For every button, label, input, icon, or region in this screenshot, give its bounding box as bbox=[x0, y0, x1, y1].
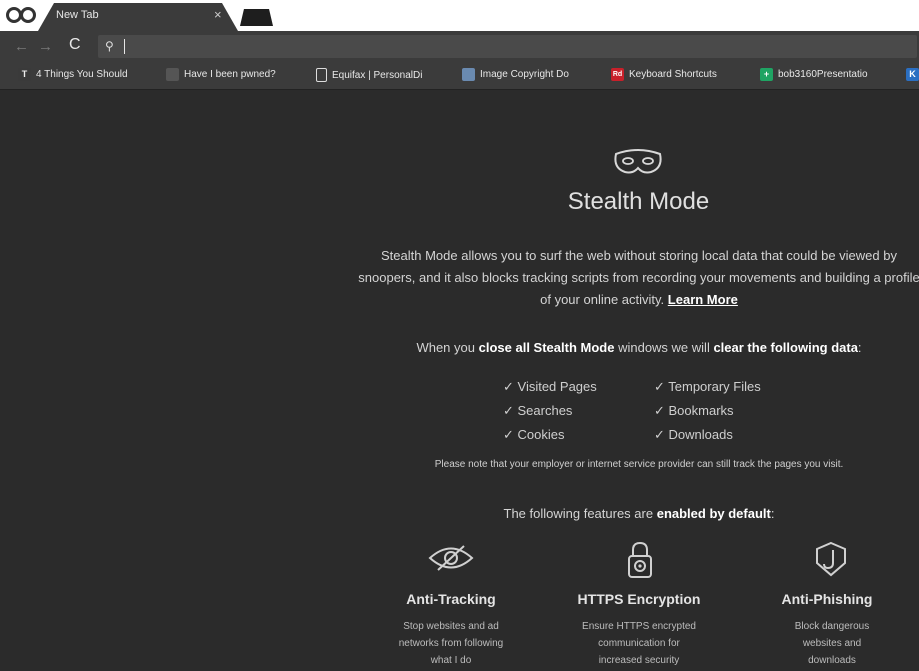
list-item: ✓ Bookmarks bbox=[654, 403, 734, 418]
clear-text: windows we will bbox=[618, 340, 710, 355]
text-caret bbox=[124, 39, 125, 54]
feature-desc-line: Stop websites and ad bbox=[403, 621, 499, 632]
feature-desc-line: increased security bbox=[598, 655, 680, 666]
list-item: ✓ Visited Pages bbox=[503, 379, 597, 394]
list-item: ✓ Cookies bbox=[503, 427, 565, 442]
bookmark-label: bob3160Presentatio bbox=[778, 69, 868, 80]
feature-desc-line: what I do bbox=[430, 655, 472, 666]
clear-text: : bbox=[857, 340, 862, 355]
feature-desc-line: downloads bbox=[808, 655, 856, 666]
description-body: Stealth Mode allows you to surf the web … bbox=[358, 248, 919, 307]
padlock-icon bbox=[628, 541, 652, 578]
clear-data-heading: When you close all Stealth Mode windows … bbox=[356, 340, 919, 355]
bookmark-label: Have I been pwned? bbox=[184, 69, 276, 80]
feature-desc-line: websites and bbox=[802, 638, 862, 649]
nyt-icon: T bbox=[18, 68, 31, 81]
eye-slash-icon bbox=[428, 545, 474, 571]
hook-shield-icon bbox=[816, 541, 846, 577]
toolbar: ← → C ⚲ bbox=[0, 31, 919, 62]
globe-icon bbox=[166, 68, 179, 81]
feature-desc-line: Block dangerous bbox=[794, 621, 870, 632]
bookmark-label: Equifax | PersonalDi bbox=[332, 69, 423, 81]
feature-desc-anti-phishing: Block dangerous websites and downloads bbox=[767, 618, 897, 669]
feature-desc-https: Ensure HTTPS encrypted communication for… bbox=[574, 618, 704, 669]
tab-title: New Tab bbox=[56, 9, 99, 21]
tracking-note: Please note that your employer or intern… bbox=[434, 459, 844, 470]
list-item: ✓ Downloads bbox=[654, 427, 733, 442]
description-text: Stealth Mode allows you to surf the web … bbox=[356, 245, 919, 311]
bookmark-item[interactable]: Have I been pwned? bbox=[166, 68, 276, 81]
stealth-mask-logo-icon bbox=[6, 7, 36, 23]
reload-icon[interactable]: C bbox=[69, 36, 81, 54]
feature-title-anti-tracking: Anti-Tracking bbox=[406, 591, 496, 607]
bookmarks-bar: T 4 Things You Should Have I been pwned?… bbox=[0, 62, 919, 90]
features-text: The following features are bbox=[503, 506, 654, 521]
bookmark-item[interactable]: Equifax | PersonalDi bbox=[316, 68, 422, 82]
clear-bold: clear the following data bbox=[713, 340, 858, 355]
bookmark-item[interactable]: Rd Keyboard Shortcuts bbox=[611, 68, 717, 81]
feature-desc-line: communication for bbox=[598, 638, 680, 649]
cleared-data-list-left: ✓ Visited Pages ✓ Searches ✓ Cookies bbox=[503, 375, 597, 447]
features-heading: The following features are enabled by de… bbox=[356, 506, 919, 521]
feature-desc-anti-tracking: Stop websites and ad networks from follo… bbox=[386, 618, 516, 669]
forward-arrow-icon[interactable]: → bbox=[38, 38, 53, 55]
page-icon bbox=[316, 68, 327, 82]
image-icon bbox=[462, 68, 475, 81]
feature-title-https: HTTPS Encryption bbox=[577, 591, 701, 607]
features-bold: enabled by default bbox=[656, 506, 771, 521]
clear-text: When you bbox=[416, 340, 475, 355]
page-title: Stealth Mode bbox=[567, 188, 710, 215]
cleared-data-list-right: ✓ Temporary Files ✓ Bookmarks ✓ Download… bbox=[654, 375, 761, 447]
feature-desc-line: Ensure HTTPS encrypted bbox=[582, 621, 696, 632]
address-bar[interactable]: ⚲ bbox=[98, 35, 917, 58]
list-item: ✓ Searches bbox=[503, 403, 573, 418]
features-text: : bbox=[770, 506, 775, 521]
bookmark-label: Image Copyright Do bbox=[480, 69, 569, 80]
bookmark-item[interactable]: + bob3160Presentatio bbox=[760, 68, 868, 81]
feature-title-anti-phishing: Anti-Phishing bbox=[781, 591, 873, 607]
bookmark-item[interactable]: Image Copyright Do bbox=[462, 68, 569, 81]
list-item: ✓ Temporary Files bbox=[654, 379, 761, 394]
new-tab-button[interactable] bbox=[240, 9, 273, 26]
tab-strip: New Tab × bbox=[0, 0, 919, 31]
sheets-icon: + bbox=[760, 68, 773, 81]
bookmark-label: Keyboard Shortcuts bbox=[629, 69, 717, 80]
search-icon: ⚲ bbox=[105, 39, 114, 53]
bookmark-item[interactable]: T 4 Things You Should bbox=[18, 68, 128, 81]
bookmark-item[interactable]: K bbox=[906, 68, 919, 81]
clear-bold: close all Stealth Mode bbox=[478, 340, 615, 355]
back-arrow-icon[interactable]: ← bbox=[14, 38, 29, 55]
bookmark-label: 4 Things You Should bbox=[36, 69, 128, 80]
stealth-mask-icon bbox=[614, 149, 662, 174]
red-badge-icon: Rd bbox=[611, 68, 624, 81]
stealth-page bbox=[0, 90, 919, 671]
feature-desc-line: networks from following bbox=[398, 638, 504, 649]
learn-more-link[interactable]: Learn More bbox=[668, 292, 738, 307]
tab-close-icon[interactable]: × bbox=[214, 7, 222, 22]
blue-icon: K bbox=[906, 68, 919, 81]
